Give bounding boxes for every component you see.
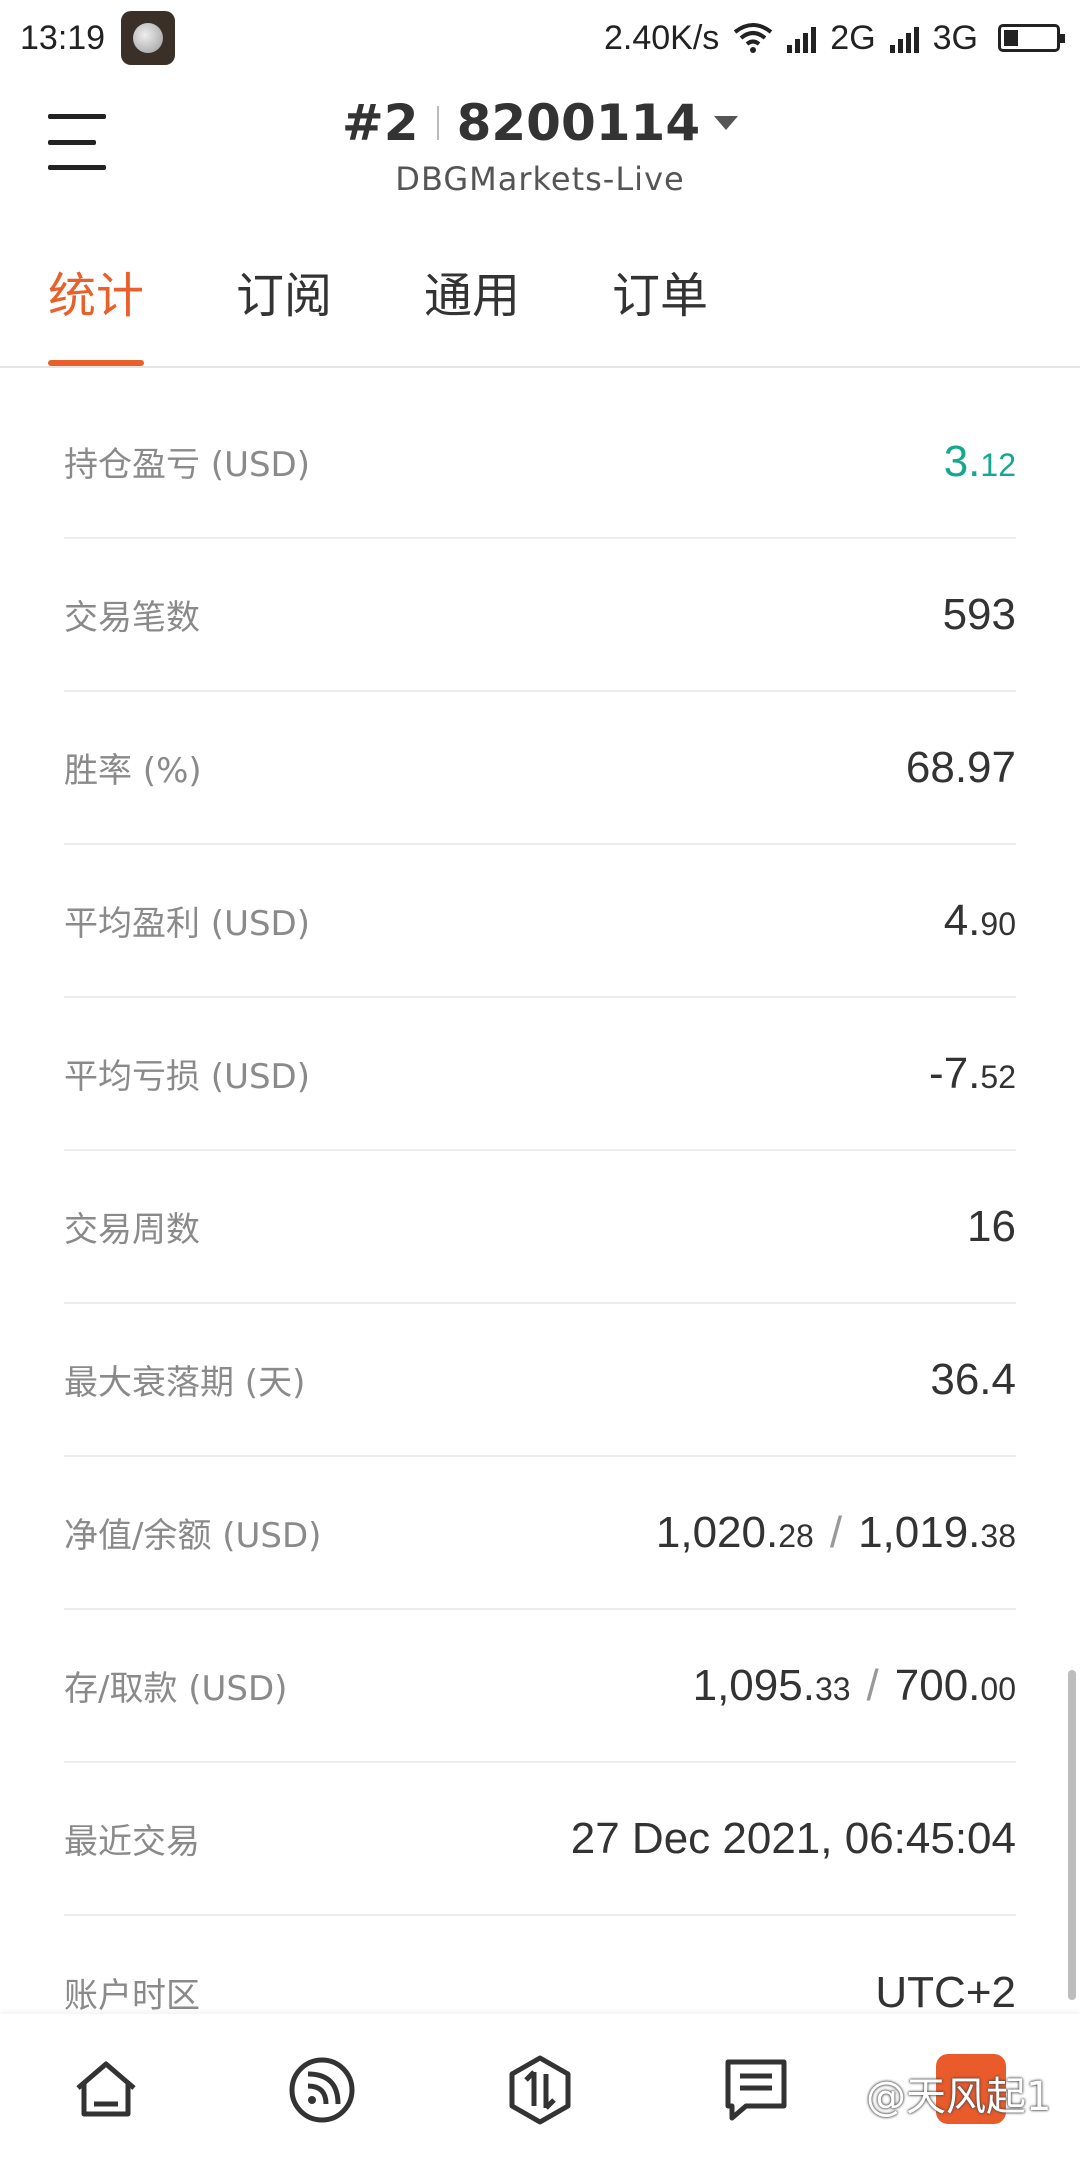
tab-statistics[interactable]: 统计 [48,216,145,366]
account-selector[interactable]: #2 8200114 DBGMarkets-Live [0,94,1080,198]
avg-loss-value: -7.52 [929,1048,1016,1098]
network-speed: 2.40K/s [603,18,720,57]
account-line: #2 8200114 [341,94,739,152]
equity-balance-label: 净值/余额 (USD) [64,1516,322,1556]
signal-icon [787,23,817,53]
wifi-icon [734,23,773,53]
list-item: 持仓盈亏 (USD) 3.12 [64,386,1016,539]
tab-general[interactable]: 通用 [424,216,520,366]
list-item: 净值/余额 (USD) 1,020.28/1,019.38 [64,1457,1016,1610]
trading-weeks-label: 交易周数 [64,1210,200,1250]
win-rate-value: 68.97 [905,742,1016,792]
timezone-value: UTC+2 [875,1967,1016,2017]
trading-weeks-value: 16 [967,1201,1016,1251]
app-notification-icon [121,11,176,65]
trade-icon[interactable] [504,2054,576,2126]
account-divider [436,106,439,140]
avg-loss-label: 平均亏损 (USD) [64,1057,310,1097]
account-number: 8200114 [456,94,701,152]
network-type-2: 3G [932,18,978,57]
floating-pl-value: 3.12 [943,436,1016,486]
avg-profit-label: 平均盈利 (USD) [64,904,310,944]
list-item: 交易周数 16 [64,1151,1016,1304]
list-item: 交易笔数 593 [64,539,1016,692]
list-item: 平均盈利 (USD) 4.90 [64,845,1016,998]
status-time: 13:19 [20,18,106,57]
deposit-withdraw-label: 存/取款 (USD) [64,1669,288,1709]
trades-label: 交易笔数 [64,598,200,638]
equity-balance-value: 1,020.28/1,019.38 [655,1507,1016,1557]
avg-profit-value: 4.90 [943,895,1016,945]
last-trade-label: 最近交易 [64,1822,200,1862]
battery-icon [998,24,1065,52]
last-trade-value: 27 Dec 2021, 06:45:04 [570,1813,1016,1863]
status-bar: 13:19 2.40K/s 2G 3G [0,0,1080,76]
account-prefix: #2 [341,94,419,152]
watermark: @天风起1 [866,2074,1052,2120]
deposit-withdraw-value: 1,095.33/700.00 [692,1660,1016,1710]
list-item: 最近交易 27 Dec 2021, 06:45:04 [64,1763,1016,1916]
floating-pl-label: 持仓盈亏 (USD) [64,445,310,485]
app-header: #2 8200114 DBGMarkets-Live [0,76,1080,216]
trades-value: 593 [942,589,1016,639]
max-drawdown-period-value: 36.4 [930,1354,1016,1404]
bottom-nav: @天风起1 [0,2014,1080,2160]
feed-icon[interactable] [286,2054,358,2126]
home-icon[interactable] [70,2054,142,2126]
network-type-1: 2G [830,18,876,57]
tab-orders[interactable]: 订单 [612,216,708,366]
list-item: 胜率 (%) 68.97 [64,692,1016,845]
signal-icon-2 [889,23,919,53]
chevron-down-icon [714,116,739,130]
stats-list: 持仓盈亏 (USD) 3.12 交易笔数 593 胜率 (%) 68.97 平均… [64,386,1016,2069]
list-item: 最大衰落期 (天) 36.4 [64,1304,1016,1457]
messages-icon[interactable] [720,2054,792,2126]
status-right: 2.40K/s 2G 3G [603,18,1065,58]
tab-subscriptions[interactable]: 订阅 [236,216,332,366]
tab-bar: 统计 订阅 通用 订单 [0,216,1080,368]
scrollbar[interactable] [1068,1670,1076,2000]
list-item: 平均亏损 (USD) -7.52 [64,998,1016,1151]
list-item: 存/取款 (USD) 1,095.33/700.00 [64,1610,1016,1763]
max-drawdown-period-label: 最大衰落期 (天) [64,1363,306,1403]
win-rate-label: 胜率 (%) [64,751,202,791]
timezone-label: 账户时区 [64,1976,200,2016]
server-name: DBGMarkets-Live [395,160,685,198]
